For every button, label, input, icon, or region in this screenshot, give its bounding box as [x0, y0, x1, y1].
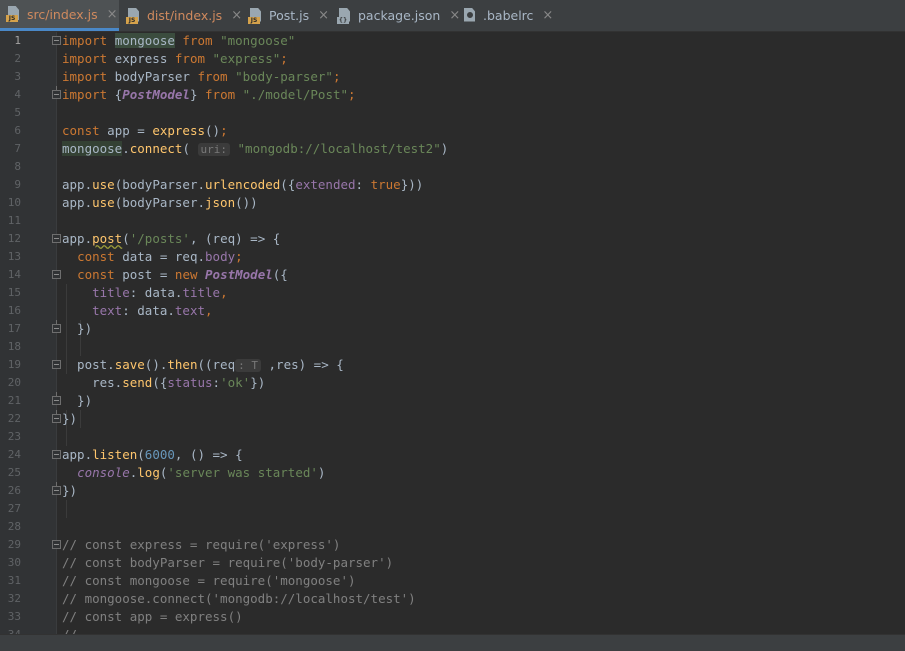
- tab-package-json[interactable]: {} package.json ×: [331, 0, 460, 31]
- tab-dist-index-js[interactable]: JS dist/index.js ×: [120, 0, 242, 31]
- tab-src-index-js[interactable]: JS src/index.js ×: [0, 0, 119, 31]
- code-line: app.post('/posts', (req) => {: [62, 231, 281, 246]
- close-icon[interactable]: ×: [318, 9, 329, 22]
- line-number: 11: [7, 214, 21, 227]
- line-number: 29: [7, 538, 21, 551]
- editor-tab-bar: JS src/index.js × JS dist/index.js × JS …: [0, 0, 905, 32]
- close-icon[interactable]: ×: [107, 8, 118, 21]
- line-number: 17: [7, 322, 21, 335]
- fold-marker-icon[interactable]: [52, 450, 61, 459]
- line-number: 7: [14, 142, 21, 155]
- fold-marker-icon[interactable]: [52, 36, 61, 45]
- fold-marker-icon[interactable]: [52, 482, 61, 495]
- code-line: console.log('server was started'): [77, 465, 326, 480]
- code-line: app.use(bodyParser.json()): [62, 195, 258, 210]
- line-number: 10: [7, 196, 21, 209]
- code-line: // mongoose.connect('mongodb://localhost…: [62, 591, 416, 606]
- fold-marker-icon[interactable]: [52, 86, 61, 99]
- line-number: 15: [7, 286, 21, 299]
- tab-label: package.json: [358, 8, 441, 23]
- line-number: 5: [14, 106, 21, 119]
- indent-guide: [66, 500, 67, 518]
- tab-label: dist/index.js: [147, 8, 223, 23]
- bottom-panel-strip: [0, 634, 905, 651]
- tab-label: src/index.js: [27, 6, 98, 22]
- line-number: 27: [7, 502, 21, 515]
- line-number: 21: [7, 394, 21, 407]
- line-number: 33: [7, 610, 21, 623]
- line-number: 9: [14, 178, 21, 191]
- code-line: const data = req.body;: [77, 249, 243, 264]
- code-editor[interactable]: import mongoose from "mongoose" import e…: [62, 32, 905, 642]
- line-number: 4: [14, 88, 21, 101]
- code-line: // const mongoose = require('mongoose'): [62, 573, 356, 588]
- code-line: const app = express();: [62, 123, 228, 138]
- fold-marker-icon[interactable]: [52, 320, 61, 333]
- line-number: 22: [7, 412, 21, 425]
- code-line: // const express = require('express'): [62, 537, 341, 552]
- tab-babelrc[interactable]: .babelrc ×: [456, 0, 556, 31]
- code-line: }): [62, 393, 93, 408]
- json-file-icon: {}: [337, 7, 352, 24]
- fold-marker-icon[interactable]: [52, 540, 61, 549]
- line-number: 23: [7, 430, 21, 443]
- line-number: 28: [7, 520, 21, 533]
- line-number: 31: [7, 574, 21, 587]
- code-line: }): [62, 483, 78, 498]
- fold-marker-icon[interactable]: [52, 234, 61, 243]
- tab-label: .babelrc: [483, 8, 534, 23]
- code-line: const post = new PostModel({: [77, 267, 288, 282]
- indent-guide: [80, 410, 81, 428]
- parameter-hint: uri:: [197, 143, 230, 156]
- code-line: app.use(bodyParser.urlencoded({extended:…: [62, 177, 424, 192]
- code-line: }): [62, 411, 78, 426]
- line-number: 1: [14, 34, 21, 47]
- line-number: 18: [7, 340, 21, 353]
- code-line: app.listen(6000, () => {: [62, 447, 243, 462]
- code-line: import mongoose from "mongoose": [62, 33, 296, 48]
- line-number: 20: [7, 376, 21, 389]
- type-hint: : T: [235, 359, 261, 372]
- code-line: text: data.text,: [92, 303, 213, 318]
- code-line: import express from "express";: [62, 51, 288, 66]
- js-file-icon: JS: [6, 6, 21, 22]
- line-number: 3: [14, 70, 21, 83]
- fold-marker-icon[interactable]: [52, 410, 61, 423]
- tab-post-js[interactable]: JS Post.js ×: [242, 0, 329, 31]
- code-line: title: data.title,: [92, 285, 228, 300]
- line-number: 26: [7, 484, 21, 497]
- line-number: 14: [7, 268, 21, 281]
- code-line: }): [62, 321, 93, 336]
- config-file-icon: [462, 7, 477, 24]
- code-line: // const bodyParser = require('body-pars…: [62, 555, 394, 570]
- line-number: 12: [7, 232, 21, 245]
- code-line: import bodyParser from "body-parser";: [62, 69, 341, 84]
- code-line: // const app = express(): [62, 609, 243, 624]
- line-number: 30: [7, 556, 21, 569]
- line-number: 13: [7, 250, 21, 263]
- fold-marker-icon[interactable]: [52, 270, 61, 279]
- code-line: import {PostModel} from "./model/Post";: [62, 87, 356, 102]
- code-line: post.save().then((req: T ,res) => {: [62, 357, 344, 372]
- js-file-icon: JS: [248, 7, 263, 24]
- close-icon[interactable]: ×: [542, 9, 553, 22]
- line-number: 24: [7, 448, 21, 461]
- line-number: 6: [14, 124, 21, 137]
- line-number: 8: [14, 160, 21, 173]
- line-number: 2: [14, 52, 21, 65]
- line-number: 19: [7, 358, 21, 371]
- code-line: res.send({status:'ok'}): [62, 375, 266, 390]
- fold-marker-icon[interactable]: [52, 392, 61, 405]
- close-icon[interactable]: ×: [231, 9, 242, 22]
- line-number: 25: [7, 466, 21, 479]
- js-file-icon: JS: [126, 7, 141, 24]
- code-line: mongoose.connect( uri: "mongodb://localh…: [62, 141, 449, 156]
- fold-marker-icon[interactable]: [52, 360, 61, 369]
- line-number: 16: [7, 304, 21, 317]
- tab-label: Post.js: [269, 8, 310, 23]
- line-number: 32: [7, 592, 21, 605]
